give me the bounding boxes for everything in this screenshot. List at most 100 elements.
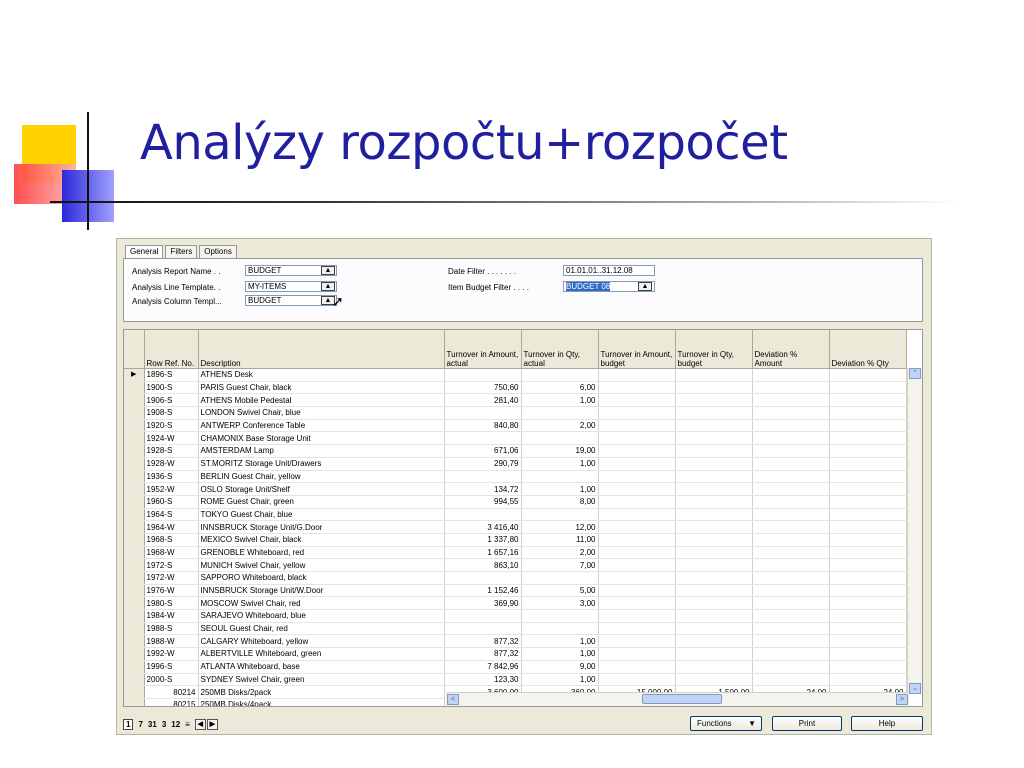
table-cell[interactable] [752,609,830,623]
table-cell[interactable]: 3 416,40 [444,520,522,534]
table-cell[interactable] [675,533,753,547]
table-cell[interactable] [444,406,522,420]
table-cell[interactable] [829,457,907,471]
table-cell[interactable] [675,508,753,522]
table-cell[interactable]: SYDNEY Swivel Chair, green [198,673,445,687]
table-cell[interactable]: 1906-S [144,393,199,408]
table-cell[interactable]: OSLO Storage Unit/Shelf [198,482,445,496]
table-cell[interactable] [598,609,676,623]
table-cell[interactable]: 2000-S [144,673,199,687]
table-cell[interactable]: 1976-W [144,584,199,598]
table-cell[interactable] [829,673,907,687]
table-cell[interactable]: 1,00 [521,482,599,496]
table-row[interactable]: 1920-S ANTWERP Conference Table 840,80 2,00 [124,419,907,433]
table-cell[interactable]: 8,00 [521,495,599,509]
table-cell[interactable]: ATLANTA Whiteboard, base [198,660,445,674]
table-cell[interactable]: BERLIN Guest Chair, yellow [198,470,445,484]
vertical-scrollbar[interactable]: ⌃ ⌄ [907,368,922,694]
functions-button[interactable]: Functions ▼ [690,716,762,731]
table-cell[interactable]: 12,00 [521,520,599,534]
column-header-turnover-amount-actual[interactable]: Turnover in Amount, actual [444,330,522,369]
table-cell[interactable] [598,431,676,446]
scroll-left-button[interactable]: < [447,694,459,705]
row-selector[interactable] [124,393,145,408]
analysis-report-name-lookup-icon[interactable]: ▲ [321,266,335,275]
table-row[interactable]: 1900-S PARIS Guest Chair, black 750,60 6,00 [124,381,907,395]
table-cell[interactable]: 1952-W [144,482,199,496]
table-cell[interactable]: 19,00 [521,444,599,458]
table-cell[interactable]: 1 152,46 [444,584,522,598]
table-cell[interactable]: 1928-W [144,457,199,471]
table-cell[interactable] [752,546,830,560]
page-31-button[interactable]: 31 [148,720,157,729]
tab-options[interactable]: Options [199,245,237,258]
table-cell[interactable] [675,457,753,471]
table-cell[interactable] [829,584,907,598]
table-cell[interactable]: ALBERTVILLE Whiteboard, green [198,647,445,661]
page-selector-icon[interactable]: ≡ [185,720,190,729]
table-cell[interactable] [829,381,907,395]
table-cell[interactable] [752,571,830,585]
table-row[interactable]: 1928-S AMSTERDAM Lamp 671,06 19,00 [124,444,907,458]
table-cell[interactable] [521,368,599,382]
column-header-deviation-qty[interactable]: Deviation % Qty [829,330,907,369]
table-cell[interactable]: INNSBRUCK Storage Unit/G.Door [198,520,445,534]
table-cell[interactable] [598,508,676,522]
table-cell[interactable] [598,660,676,674]
table-cell[interactable]: 1924-W [144,431,199,446]
table-cell[interactable]: 6,00 [521,381,599,395]
row-selector[interactable] [124,685,145,699]
table-cell[interactable]: 1992-W [144,647,199,661]
table-cell[interactable]: CHAMONIX Base Storage Unit [198,431,445,446]
row-selector[interactable] [124,482,145,496]
row-selector[interactable] [124,508,145,522]
page-7-button[interactable]: 7 [138,720,142,729]
table-cell[interactable] [752,419,830,433]
table-cell[interactable] [598,558,676,572]
table-cell[interactable]: 290,79 [444,457,522,471]
table-cell[interactable] [598,622,676,636]
table-cell[interactable] [521,508,599,522]
table-cell[interactable] [829,558,907,572]
table-cell[interactable] [829,444,907,458]
column-header-description[interactable]: Description [198,330,445,369]
table-cell[interactable] [675,647,753,661]
table-cell[interactable] [444,609,522,623]
table-row[interactable]: 1964-S TOKYO Guest Chair, blue [124,508,907,522]
table-cell[interactable] [675,368,753,382]
table-cell[interactable] [598,673,676,687]
table-row[interactable]: 1980-S MOSCOW Swivel Chair, red 369,90 3,00 [124,596,907,611]
table-cell[interactable]: 250MB Disks/2pack [198,685,445,699]
column-header-turnover-amount-budget[interactable]: Turnover in Amount, budget [598,330,676,369]
table-cell[interactable]: SAPPORO Whiteboard, black [198,571,445,585]
next-arrow-icon[interactable]: ▶ [206,718,218,730]
analysis-line-template-lookup-icon[interactable]: ▲ [321,282,335,291]
table-cell[interactable] [829,647,907,661]
table-cell[interactable]: CALGARY Whiteboard, yellow [198,634,445,649]
table-cell[interactable]: ST.MORITZ Storage Unit/Drawers [198,457,445,471]
table-cell[interactable]: 1928-S [144,444,199,458]
row-selector[interactable] [124,495,145,509]
table-cell[interactable] [752,393,830,408]
table-row[interactable]: 1928-W ST.MORITZ Storage Unit/Drawers 290,… [124,457,907,471]
tab-filters[interactable]: Filters [165,245,198,258]
table-cell[interactable] [829,609,907,623]
table-cell[interactable]: 1896-S [144,368,199,382]
table-cell[interactable]: 9,00 [521,660,599,674]
table-row[interactable]: 1964-W INNSBRUCK Storage Unit/G.Door 3 416… [124,520,907,534]
table-cell[interactable] [444,431,522,446]
table-cell[interactable]: 369,90 [444,596,522,611]
row-selector[interactable] [124,647,145,661]
table-cell[interactable] [675,558,753,572]
date-filter-field[interactable]: 01.01.01..31.12.08 [563,265,655,276]
table-cell[interactable]: 1 657,16 [444,546,522,560]
table-cell[interactable] [675,406,753,420]
table-cell[interactable] [829,520,907,534]
page-3-button[interactable]: 3 [162,720,166,729]
table-cell[interactable]: 994,55 [444,495,522,509]
table-cell[interactable] [829,368,907,382]
row-selector[interactable] [124,634,145,649]
table-cell[interactable]: 1900-S [144,381,199,395]
table-cell[interactable]: 877,32 [444,634,522,649]
row-selector[interactable] [124,457,145,471]
